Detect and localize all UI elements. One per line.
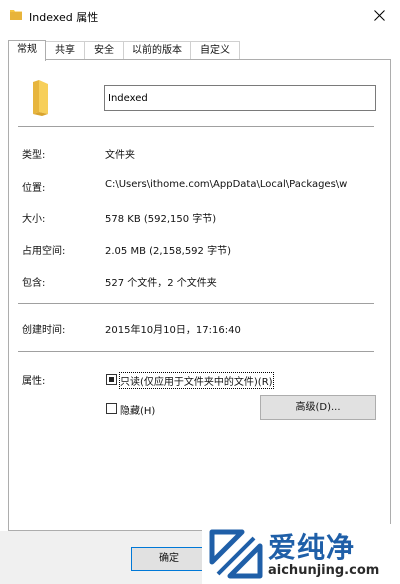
watermark: 爱纯净 aichunjing.com bbox=[202, 524, 400, 584]
tab-strip: 常规 共享 安全 以前的版本 自定义 bbox=[8, 40, 392, 61]
window-title: Indexed 属性 bbox=[29, 11, 99, 24]
contains-value: 527 个文件，2 个文件夹 bbox=[105, 278, 217, 289]
close-button[interactable] bbox=[358, 0, 400, 31]
advanced-button[interactable]: 高级(D)... bbox=[260, 395, 376, 420]
type-label: 类型: bbox=[22, 150, 46, 161]
watermark-logo-icon bbox=[209, 529, 263, 579]
size-on-disk-label: 占用空间: bbox=[22, 246, 66, 257]
hidden-label[interactable]: 隐藏(H) bbox=[120, 402, 155, 417]
close-icon bbox=[373, 10, 385, 21]
folder-name-input[interactable] bbox=[104, 85, 376, 111]
watermark-url: aichunjing.com bbox=[268, 563, 380, 578]
size-label: 大小: bbox=[22, 214, 46, 225]
folder-icon bbox=[30, 78, 50, 119]
title-bar: Indexed 属性 bbox=[0, 0, 400, 31]
ok-button[interactable]: 确定 bbox=[131, 547, 207, 571]
hidden-checkbox[interactable] bbox=[106, 403, 117, 414]
readonly-label[interactable]: 只读(仅应用于文件夹中的文件)(R) bbox=[119, 372, 274, 389]
tab-sharing[interactable]: 共享 bbox=[45, 41, 85, 59]
divider bbox=[18, 303, 374, 304]
type-value: 文件夹 bbox=[105, 150, 135, 161]
contains-label: 包含: bbox=[22, 278, 46, 289]
tab-security[interactable]: 安全 bbox=[84, 41, 124, 59]
location-value: C:\Users\ithome.com\AppData\Local\Packag… bbox=[105, 179, 348, 190]
general-panel bbox=[8, 59, 391, 531]
attributes-label: 属性: bbox=[22, 376, 46, 387]
location-label: 位置: bbox=[22, 183, 46, 194]
readonly-checkbox[interactable] bbox=[106, 374, 117, 385]
created-value: 2015年10月10日，17:16:40 bbox=[105, 325, 241, 336]
size-on-disk-value: 2.05 MB (2,158,592 字节) bbox=[105, 246, 231, 257]
tab-general[interactable]: 常规 bbox=[8, 40, 46, 61]
size-value: 578 KB (592,150 字节) bbox=[105, 214, 217, 225]
created-label: 创建时间: bbox=[22, 325, 66, 336]
folder-icon bbox=[10, 9, 22, 20]
tab-previous-versions[interactable]: 以前的版本 bbox=[123, 41, 191, 59]
divider bbox=[18, 126, 374, 127]
watermark-title: 爱纯净 bbox=[268, 531, 356, 564]
tab-customize[interactable]: 自定义 bbox=[190, 41, 240, 59]
divider bbox=[18, 351, 374, 352]
